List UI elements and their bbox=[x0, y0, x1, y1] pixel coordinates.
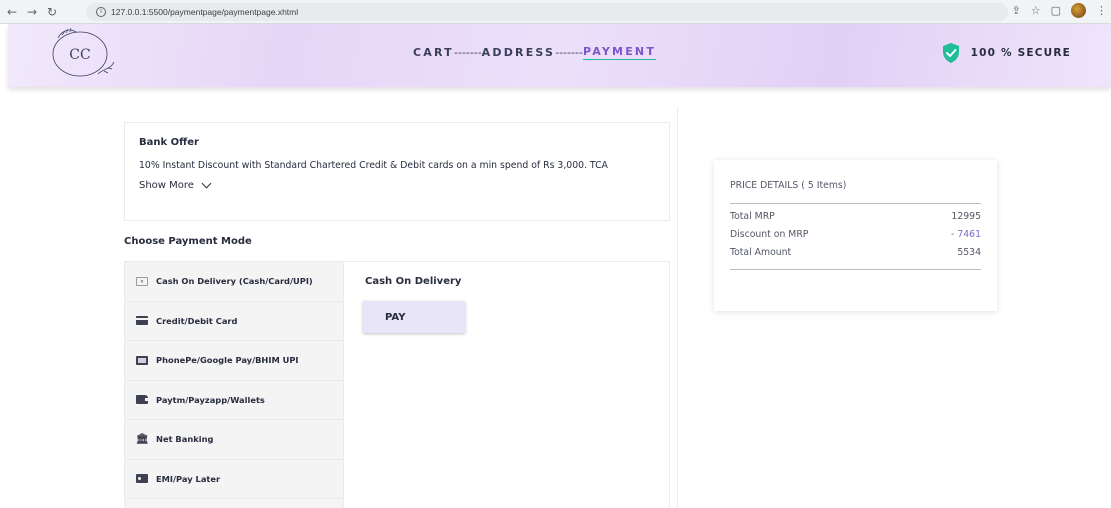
divider bbox=[730, 269, 981, 270]
payment-mode-netbanking[interactable]: 🏛 Net Banking bbox=[125, 420, 343, 460]
payment-modes-container: ₹ Cash On Delivery (Cash/Card/UPI) Credi… bbox=[124, 261, 670, 508]
chevron-down-icon bbox=[201, 178, 212, 189]
step-separator: ------- bbox=[555, 46, 583, 59]
secure-label: 100 % SECURE bbox=[970, 47, 1071, 59]
bookmark-star-icon[interactable]: ☆ bbox=[1031, 4, 1041, 17]
price-row-total-mrp: Total MRP 12995 bbox=[730, 211, 981, 222]
payment-mode-card[interactable]: Credit/Debit Card bbox=[125, 302, 343, 341]
step-payment[interactable]: PAYMENT bbox=[582, 45, 657, 60]
selected-mode-panel: Cash On Delivery PAY bbox=[363, 276, 465, 333]
step-cart[interactable]: CART bbox=[413, 46, 454, 59]
show-more-label: Show More bbox=[139, 180, 194, 191]
wallet-icon bbox=[136, 395, 148, 405]
card-icon bbox=[136, 316, 148, 326]
price-details-title: PRICE DETAILS ( 5 Items) bbox=[730, 180, 847, 191]
price-label: Discount on MRP bbox=[730, 229, 809, 240]
payment-mode-label: Net Banking bbox=[156, 434, 214, 445]
column-divider bbox=[677, 108, 678, 507]
payment-mode-label: Paytm/Payzapp/Wallets bbox=[156, 394, 265, 405]
choose-payment-heading: Choose Payment Mode bbox=[124, 236, 252, 247]
bank-offer-title: Bank Offer bbox=[139, 137, 199, 148]
share-icon[interactable]: ⇪ bbox=[1012, 4, 1021, 17]
secure-badge: 100 % SECURE bbox=[941, 42, 1071, 64]
payment-mode-wallets[interactable]: Paytm/Payzapp/Wallets bbox=[125, 381, 343, 420]
price-row-discount: Discount on MRP - 7461 bbox=[730, 229, 981, 240]
checkout-steps: CART ------- ADDRESS ------- PAYMENT bbox=[413, 45, 657, 60]
browser-toolbar: ← → ↻ i 127.0.0.1:5500/paymentpage/payme… bbox=[0, 0, 1111, 24]
price-row-total-amount: Total Amount 5534 bbox=[730, 247, 981, 258]
site-info-icon[interactable]: i bbox=[96, 7, 106, 17]
forward-arrow-icon[interactable]: → bbox=[24, 4, 40, 20]
price-label: Total Amount bbox=[730, 247, 792, 258]
payment-mode-emi[interactable]: EMI/Pay Later bbox=[125, 460, 343, 499]
bank-offer-text: 10% Instant Discount with Standard Chart… bbox=[139, 160, 608, 171]
payment-mode-list: ₹ Cash On Delivery (Cash/Card/UPI) Credi… bbox=[125, 262, 344, 508]
payment-mode-upi[interactable]: PhonePe/Google Pay/BHIM UPI bbox=[125, 341, 343, 381]
upi-icon bbox=[136, 355, 148, 365]
divider bbox=[730, 203, 981, 204]
cash-icon: ₹ bbox=[136, 276, 148, 286]
payment-mode-label: Cash On Delivery (Cash/Card/UPI) bbox=[156, 276, 313, 287]
brand-logo[interactable]: CC bbox=[48, 28, 118, 84]
payment-mode-label: PhonePe/Google Pay/BHIM UPI bbox=[156, 355, 299, 366]
price-details-card: PRICE DETAILS ( 5 Items) Total MRP 12995… bbox=[714, 160, 997, 311]
payment-mode-cod[interactable]: ₹ Cash On Delivery (Cash/Card/UPI) bbox=[125, 262, 343, 302]
price-value: - 7461 bbox=[951, 229, 981, 240]
price-value: 5534 bbox=[957, 247, 981, 258]
step-address[interactable]: ADDRESS bbox=[482, 46, 556, 59]
url-text: 127.0.0.1:5500/paymentpage/paymentpage.x… bbox=[111, 7, 299, 17]
selected-mode-title: Cash On Delivery bbox=[365, 276, 462, 287]
logo-text: CC bbox=[69, 47, 90, 63]
show-more-link[interactable]: Show More bbox=[139, 178, 655, 191]
profile-avatar[interactable] bbox=[1071, 3, 1086, 18]
price-value: 12995 bbox=[951, 211, 981, 222]
bank-icon: 🏛 bbox=[136, 433, 149, 445]
back-arrow-icon[interactable]: ← bbox=[4, 4, 20, 20]
shield-check-icon bbox=[942, 43, 959, 63]
bank-offer-card: Bank Offer 10% Instant Discount with Sta… bbox=[124, 122, 670, 221]
step-separator: ------- bbox=[453, 46, 482, 59]
reload-icon[interactable]: ↻ bbox=[44, 4, 60, 20]
menu-kebab-icon[interactable]: ⋮ bbox=[1096, 4, 1107, 17]
payment-mode-label: Credit/Debit Card bbox=[156, 315, 238, 326]
price-label: Total MRP bbox=[730, 211, 775, 222]
site-header: CC CART ------- ADDRESS ------- PAYMENT … bbox=[8, 24, 1111, 87]
emi-icon bbox=[136, 474, 148, 484]
address-bar[interactable]: i 127.0.0.1:5500/paymentpage/paymentpage… bbox=[86, 3, 1008, 21]
side-panel-icon[interactable]: ▢ bbox=[1051, 4, 1061, 17]
pay-button[interactable]: PAY bbox=[363, 301, 465, 333]
payment-mode-label: EMI/Pay Later bbox=[156, 473, 221, 484]
